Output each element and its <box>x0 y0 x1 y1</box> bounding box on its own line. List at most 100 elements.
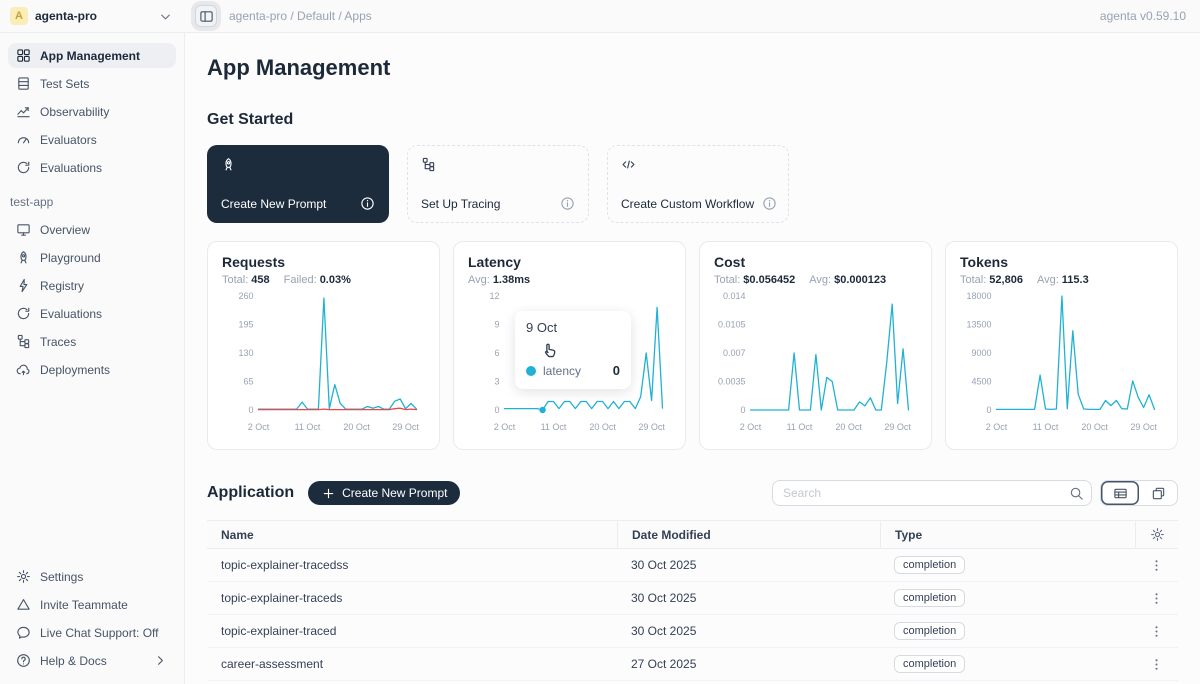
chevron-down-icon <box>158 9 173 24</box>
column-header-type: Type <box>880 521 1135 548</box>
get-started-card-create-new-prompt[interactable]: Create New Prompt <box>207 145 389 223</box>
type-badge: completion <box>894 556 965 574</box>
info-icon[interactable] <box>360 196 375 211</box>
chart-plot-tokens[interactable]: 04500900013500180002 Oct11 Oct20 Oct29 O… <box>960 288 1163 434</box>
table-row-career-assessment[interactable]: career-assessment27 Oct 2025 completion <box>207 648 1178 681</box>
table-header: Name Date Modified Type <box>207 520 1178 549</box>
sidebar-item-test-sets[interactable]: Test Sets <box>8 71 176 96</box>
app-version: agenta v0.59.10 <box>1100 9 1200 23</box>
search-input[interactable] <box>773 486 1061 500</box>
stat-label: Failed: <box>284 274 317 286</box>
info-icon[interactable] <box>762 196 777 211</box>
stat-label: Avg: <box>809 274 831 286</box>
row-name: topic-explainer-tracedss <box>207 558 617 572</box>
info-icon <box>360 196 375 211</box>
chart-plot-cost[interactable]: 00.00350.0070.01050.0142 Oct11 Oct20 Oct… <box>714 288 917 434</box>
topbar: A agenta-pro agenta-pro / Default / Apps… <box>0 0 1200 33</box>
card-view-button[interactable] <box>1139 481 1177 505</box>
svg-text:195: 195 <box>238 320 253 330</box>
dots-v-icon <box>1149 624 1164 639</box>
sidebar-item-overview[interactable]: Overview <box>8 217 176 242</box>
svg-text:11 Oct: 11 Oct <box>787 422 813 432</box>
sidebar-toggle-button[interactable] <box>195 5 217 27</box>
sidebar-item-deployments[interactable]: Deployments <box>8 357 176 382</box>
info-icon[interactable] <box>560 196 575 211</box>
sidebar-item-label: Traces <box>40 335 76 349</box>
sidebar-item-evaluations[interactable]: Evaluations <box>8 301 176 326</box>
row-menu-button[interactable] <box>1147 655 1166 674</box>
gauge-icon <box>16 132 31 147</box>
sidebar-item-playground[interactable]: Playground <box>8 245 176 270</box>
plus-icon <box>321 486 336 501</box>
chart-title: Latency <box>468 254 671 270</box>
sidebar-item-settings[interactable]: Settings <box>8 564 176 589</box>
sidebar-item-observability[interactable]: Observability <box>8 99 176 124</box>
sidebar-item-label: Deployments <box>40 363 110 377</box>
charts-row: RequestsTotal:458Failed:0.03%06513019526… <box>207 241 1178 450</box>
get-started-card-create-custom-workflow[interactable]: Create Custom Workflow <box>607 145 789 223</box>
column-header-date: Date Modified <box>617 521 880 548</box>
grid-icon <box>16 48 31 63</box>
type-badge: completion <box>894 655 965 673</box>
table-settings-button[interactable] <box>1148 525 1167 544</box>
card-view-icon <box>1151 486 1166 501</box>
sidebar-footer: Settings Invite Teammate Live Chat Support… <box>8 564 176 676</box>
chart-title: Tokens <box>960 254 1163 270</box>
row-menu-button[interactable] <box>1147 556 1166 575</box>
sidebar-nav-main: App Management Test Sets Observability Eval… <box>8 43 176 183</box>
get-started-card-set-up-tracing[interactable]: Set Up Tracing <box>407 145 589 223</box>
breadcrumb[interactable]: agenta-pro / Default / Apps <box>229 9 372 23</box>
create-new-prompt-button[interactable]: Create New Prompt <box>308 481 460 505</box>
svg-text:11 Oct: 11 Oct <box>1033 422 1059 432</box>
chart-plot-requests[interactable]: 0651301952602 Oct11 Oct20 Oct29 Oct <box>222 288 425 434</box>
svg-text:130: 130 <box>238 348 253 358</box>
row-date: 27 Oct 2025 <box>617 657 880 671</box>
gear-icon <box>16 569 31 584</box>
sidebar-item-live-chat-support-off[interactable]: Live Chat Support: Off <box>8 620 176 645</box>
main-content: App Management Get Started Create New Pr… <box>185 33 1200 684</box>
monitor-icon <box>16 222 31 237</box>
sidebar-item-label: Evaluations <box>40 307 102 321</box>
sidebar-item-help-docs[interactable]: Help & Docs <box>8 648 176 673</box>
get-started-cards: Create New PromptSet Up TracingCreate Cu… <box>207 145 1178 223</box>
table-icon <box>16 76 31 91</box>
info-icon <box>560 196 575 211</box>
sidebar-item-evaluations[interactable]: Evaluations <box>8 155 176 180</box>
svg-text:4500: 4500 <box>971 377 991 387</box>
search-box <box>772 480 1092 506</box>
svg-text:0.0035: 0.0035 <box>718 377 746 387</box>
svg-text:0.0105: 0.0105 <box>718 320 746 330</box>
stat-value: 52,806 <box>989 274 1023 286</box>
table-row-topic-explainer-traced[interactable]: topic-explainer-traced30 Oct 2025complet… <box>207 615 1178 648</box>
sidebar-item-evaluators[interactable]: Evaluators <box>8 127 176 152</box>
rocket-icon <box>221 157 375 172</box>
chart-icon <box>16 104 31 119</box>
workspace-switcher[interactable]: A agenta-pro <box>0 7 185 25</box>
search-button[interactable] <box>1061 481 1091 505</box>
row-name: topic-explainer-traceds <box>207 591 617 605</box>
stat-label: Avg: <box>468 274 490 286</box>
table-row-topic-explainer-tracedss[interactable]: topic-explainer-tracedss30 Oct 2025compl… <box>207 549 1178 582</box>
chart-stats: Avg:1.38ms <box>468 274 671 286</box>
svg-text:0: 0 <box>740 405 745 415</box>
table-row-topic-explainer-traceds[interactable]: topic-explainer-traceds30 Oct 2025comple… <box>207 582 1178 615</box>
svg-text:0: 0 <box>248 405 253 415</box>
row-menu-button[interactable] <box>1147 622 1166 641</box>
tree-icon <box>421 157 575 172</box>
svg-text:0.014: 0.014 <box>723 291 746 301</box>
stat-label: Total: <box>714 274 740 286</box>
search-icon <box>1069 486 1084 501</box>
row-date: 30 Oct 2025 <box>617 624 880 638</box>
tooltip-date: 9 Oct <box>526 320 620 335</box>
row-name: career-assessment <box>207 657 617 671</box>
svg-text:29 Oct: 29 Oct <box>392 422 419 432</box>
sidebar-item-traces[interactable]: Traces <box>8 329 176 354</box>
sidebar-item-registry[interactable]: Registry <box>8 273 176 298</box>
sidebar-item-app-management[interactable]: App Management <box>8 43 176 68</box>
row-menu-button[interactable] <box>1147 589 1166 608</box>
column-header-name: Name <box>207 528 617 542</box>
table-view-button[interactable] <box>1101 481 1139 505</box>
sidebar-item-invite-teammate[interactable]: Invite Teammate <box>8 592 176 617</box>
svg-text:6: 6 <box>494 348 499 358</box>
chart-title: Requests <box>222 254 425 270</box>
